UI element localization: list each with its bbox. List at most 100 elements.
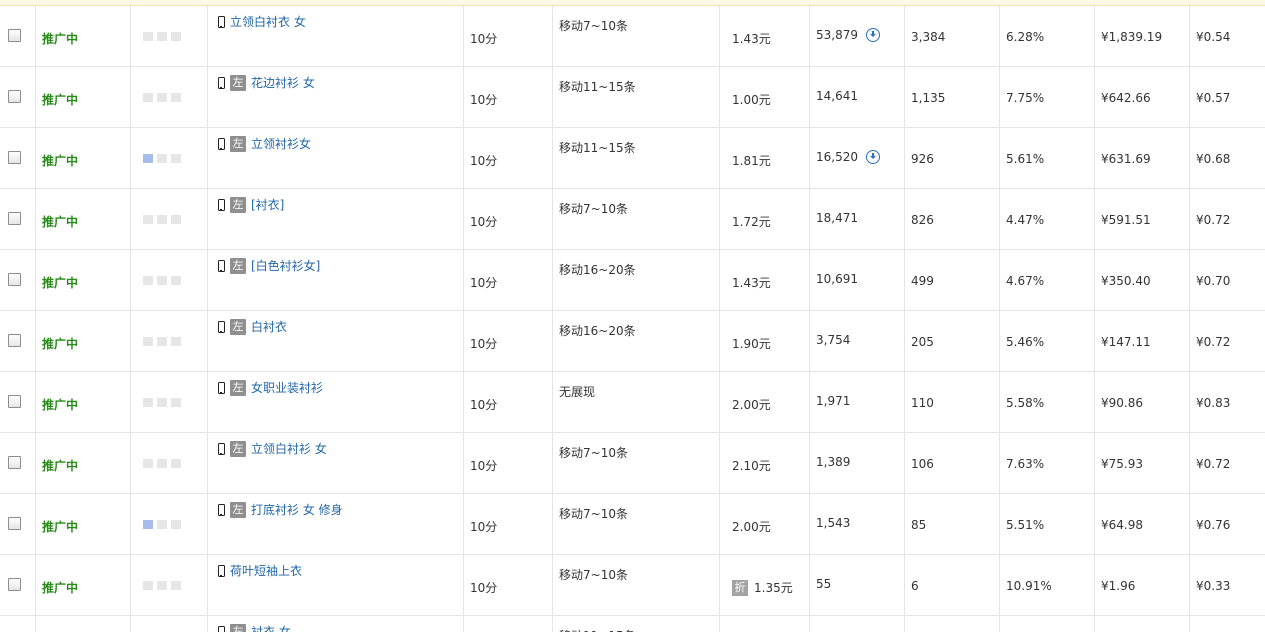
table-row: 推广中 左女职业装衬衫 10分 无展现 2.00元 1,971 110 5.58% ¥90.86… <box>0 372 1265 433</box>
bid-value[interactable]: 1.35元 <box>754 579 793 596</box>
row-checkbox[interactable] <box>8 151 21 164</box>
keyword-link[interactable]: 花边衬衫 女 <box>251 74 315 91</box>
keyword-link[interactable]: 立领白衬衫 女 <box>251 440 327 457</box>
time-cell: 10分 <box>463 67 552 127</box>
table-row: 推广中 左花边衬衫 女 10分 移动11~15条 1.00元 14,641 1,135 7.7… <box>0 67 1265 128</box>
bid-value[interactable]: 1.00元 <box>732 91 771 108</box>
quality-bar <box>171 154 181 163</box>
row-checkbox[interactable] <box>8 212 21 225</box>
left-tag-badge: 左 <box>230 379 246 396</box>
time-cell: 10分 <box>463 433 552 493</box>
bid-cell: 1.90元 <box>719 311 809 371</box>
bid-value[interactable]: 1.43元 <box>732 30 771 47</box>
row-checkbox[interactable] <box>8 578 21 591</box>
clicks-value: 1,135 <box>911 91 946 105</box>
quality-bar <box>157 215 167 224</box>
quality-bar <box>157 337 167 346</box>
keyword-line: 左花边衬衫 女 <box>218 74 315 91</box>
quality-cell <box>130 494 207 554</box>
impressions-cell: 18,471 <box>809 189 904 249</box>
clicks-cell: 3,384 <box>904 6 999 66</box>
keyword-cell: 左花边衬衫 女 <box>207 67 463 127</box>
cost-cell: ¥1,839.19 <box>1094 6 1189 66</box>
rank-value: 无展现 <box>559 385 596 399</box>
rank-value: 移动16~20条 <box>559 263 636 277</box>
quality-cell <box>130 189 207 249</box>
bid-value[interactable]: 2.00元 <box>732 518 771 535</box>
time-cell: 10分 <box>463 494 552 554</box>
keyword-link[interactable]: 立领白衬衣 女 <box>230 13 306 30</box>
quality-cell <box>130 555 207 615</box>
cost-value: ¥90.86 <box>1101 396 1143 410</box>
keyword-line: 左立领白衬衫 女 <box>218 440 327 457</box>
time-cell: 10分 <box>463 189 552 249</box>
impressions-value: 16,520 <box>816 150 858 164</box>
status-label: 推广中 <box>42 215 79 229</box>
impressions-wrap: 18,471 <box>816 211 858 225</box>
row-checkbox[interactable] <box>8 517 21 530</box>
clicks-value: 110 <box>911 396 934 410</box>
partial-cell: 左衬衣 女 <box>207 616 463 632</box>
keyword-cell: 左打底衬衫 女 修身 <box>207 494 463 554</box>
time-value: 10分 <box>470 276 498 290</box>
clicks-cell: 6 <box>904 555 999 615</box>
cost-value: ¥75.93 <box>1101 457 1143 471</box>
ctr-value: 7.75% <box>1006 91 1045 105</box>
table-row: 推广中 左 [白色衬衫女] 10分 移动16~20条 1.43元 10,691 499 4.67… <box>0 250 1265 311</box>
status-cell: 推广中 <box>35 555 130 615</box>
row-checkbox[interactable] <box>8 334 21 347</box>
quality-bar <box>143 398 153 407</box>
bid-value[interactable]: 1.43元 <box>732 274 771 291</box>
bid-wrap: 1.00元 <box>732 91 771 108</box>
partial-cell <box>719 616 809 632</box>
left-tag-badge: 左 <box>230 318 246 335</box>
ctr-value: 5.58% <box>1006 396 1045 410</box>
clicks-value: 205 <box>911 335 934 349</box>
keyword-link[interactable]: 衬衣 女 <box>251 623 291 632</box>
quality-bar <box>143 520 153 529</box>
keyword-link[interactable]: 女职业装衬衫 <box>251 379 323 396</box>
bid-wrap: 1.72元 <box>732 213 771 230</box>
keyword-link[interactable]: 白衬衣 <box>251 318 287 335</box>
cost-cell: ¥1.96 <box>1094 555 1189 615</box>
bid-value[interactable]: 1.81元 <box>732 152 771 169</box>
quality-bar <box>143 276 153 285</box>
bid-value[interactable]: 2.10元 <box>732 457 771 474</box>
keyword-link[interactable]: 立领衬衫女 <box>251 135 311 152</box>
select-cell <box>0 433 35 493</box>
partial-cell <box>1094 616 1189 632</box>
keyword-line: 荷叶短袖上衣 <box>218 562 302 579</box>
keyword-link[interactable]: 荷叶短袖上衣 <box>230 562 302 579</box>
row-checkbox[interactable] <box>8 273 21 286</box>
status-cell: 推广中 <box>35 189 130 249</box>
keyword-link[interactable]: [白色衬衫女] <box>251 257 320 274</box>
bid-wrap: 折 1.35元 <box>732 579 793 596</box>
rank-cell: 移动7~10条 <box>552 433 719 493</box>
impressions-value: 10,691 <box>816 272 858 286</box>
download-circle-icon[interactable] <box>866 150 880 164</box>
status-label: 推广中 <box>42 93 79 107</box>
keyword-link[interactable]: [衬衣] <box>251 196 284 213</box>
table-row: 推广中 左立领衬衫女 10分 移动11~15条 1.81元 16,520 926 5.61% ¥… <box>0 128 1265 189</box>
row-checkbox[interactable] <box>8 29 21 42</box>
quality-score-bars <box>143 93 181 103</box>
bid-value[interactable]: 1.90元 <box>732 335 771 352</box>
quality-bar <box>143 93 153 102</box>
row-checkbox[interactable] <box>8 456 21 469</box>
bid-value[interactable]: 1.72元 <box>732 213 771 230</box>
cost-value: ¥350.40 <box>1101 274 1151 288</box>
keyword-link[interactable]: 打底衬衫 女 修身 <box>251 501 343 518</box>
clicks-value: 3,384 <box>911 30 946 44</box>
cost-cell: ¥75.93 <box>1094 433 1189 493</box>
time-value: 10分 <box>470 154 498 168</box>
download-circle-icon[interactable] <box>866 28 880 42</box>
keyword-line: 左立领衬衫女 <box>218 135 311 152</box>
quality-bar <box>171 520 181 529</box>
row-checkbox[interactable] <box>8 395 21 408</box>
bid-value[interactable]: 2.00元 <box>732 396 771 413</box>
rank-cell: 移动7~10条 <box>552 555 719 615</box>
mobile-icon <box>218 259 225 272</box>
select-cell <box>0 189 35 249</box>
row-checkbox[interactable] <box>8 90 21 103</box>
clicks-value: 926 <box>911 152 934 166</box>
